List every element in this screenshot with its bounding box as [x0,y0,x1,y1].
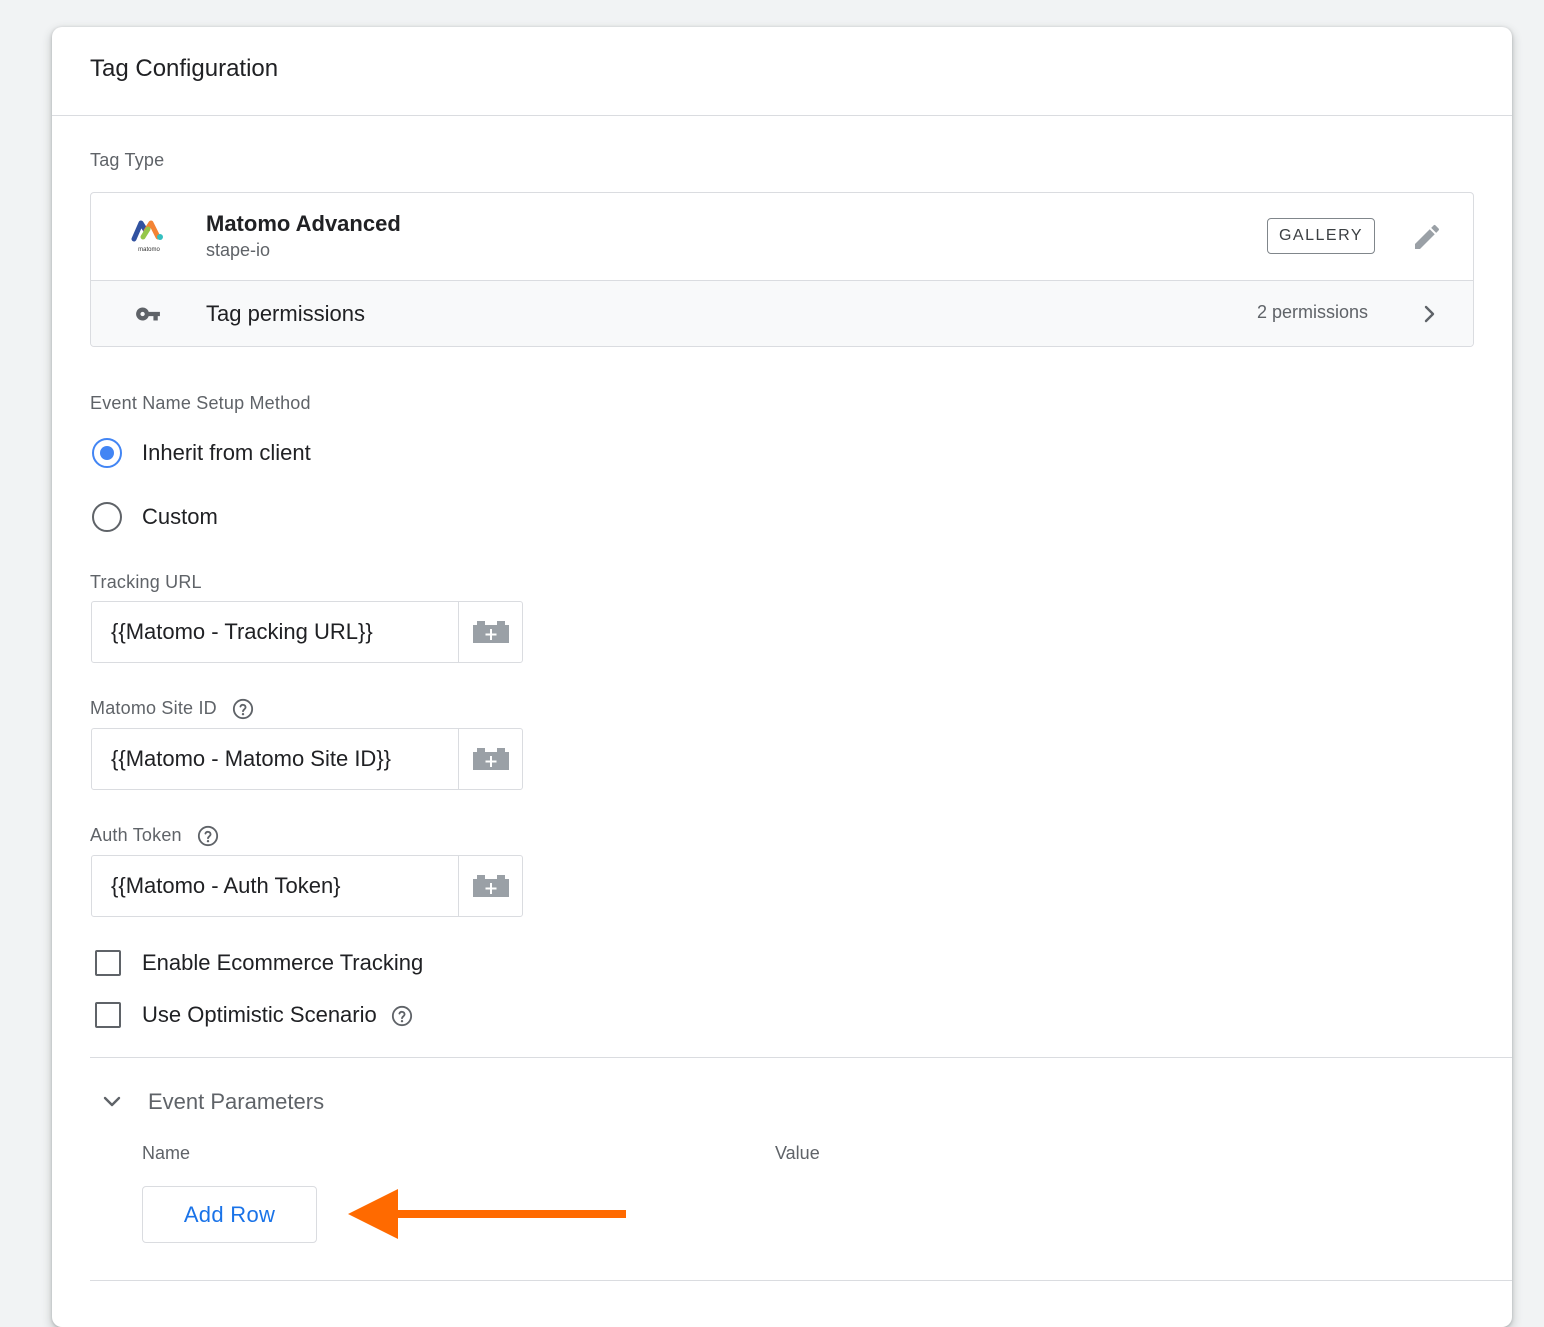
help-icon[interactable] [197,825,219,847]
radio-inherit-from-client[interactable]: Inherit from client [92,435,311,471]
column-header-name: Name [142,1143,191,1163]
tag-type-name: Matomo Advanced [206,211,401,236]
event-parameters-title[interactable]: Event Parameters [148,1089,324,1115]
radio-button-checked[interactable] [92,438,122,468]
matomo-site-id-input[interactable] [92,729,458,789]
card-title: Tag Configuration [90,55,279,82]
logo-wordmark: matomo [138,247,160,253]
header-divider [52,115,1512,116]
tag-type-box: matomo Matomo Advanced stape-io GALLERY … [90,192,1474,347]
pencil-icon[interactable] [1411,221,1443,253]
annotation-arrow [348,1189,626,1239]
add-row-button[interactable]: Add Row [142,1186,317,1243]
section-divider [90,1057,1512,1058]
enable-ecommerce-tracking-checkbox[interactable] [95,950,121,976]
matomo-site-id-field [91,728,523,790]
variable-picker-icon [473,748,509,770]
key-icon [136,307,160,321]
chevron-down-icon[interactable] [100,1089,124,1113]
variable-picker-button[interactable] [458,602,523,662]
radio-button[interactable] [92,502,122,532]
event-name-setup-label: Event Name Setup Method [90,393,311,413]
help-icon[interactable] [232,698,254,720]
help-icon[interactable] [391,1005,413,1027]
variable-picker-icon [473,875,509,897]
variable-picker-icon [473,621,509,643]
use-optimistic-scenario-row[interactable]: Use Optimistic Scenario [95,998,413,1032]
tag-permissions-label: Tag permissions [206,301,365,326]
tracking-url-field [91,601,523,663]
matomo-logo: matomo [131,220,163,253]
checkbox-label: Enable Ecommerce Tracking [142,950,424,975]
column-header-value: Value [775,1143,820,1163]
permissions-count: 2 permissions [1257,302,1369,322]
use-optimistic-scenario-checkbox[interactable] [95,1002,121,1028]
matomo-site-id-label-row: Matomo Site ID [90,698,254,720]
tracking-url-input[interactable] [92,602,458,662]
auth-token-label-row: Auth Token [90,825,219,847]
chevron-right-icon [1424,305,1435,323]
radio-custom[interactable]: Custom [92,499,218,535]
radio-label: Custom [142,504,218,529]
tag-type-row[interactable]: matomo Matomo Advanced stape-io GALLERY [91,193,1473,280]
radio-label: Inherit from client [142,440,311,465]
enable-ecommerce-tracking-row[interactable]: Enable Ecommerce Tracking [95,946,423,980]
auth-token-label: Auth Token [90,825,182,845]
checkbox-label: Use Optimistic Scenario [142,1002,377,1027]
gallery-button[interactable]: GALLERY [1267,218,1375,254]
auth-token-field [91,855,523,917]
tag-type-label: Tag Type [90,150,165,170]
matomo-site-id-label: Matomo Site ID [90,698,217,718]
tag-configuration-card: Tag Configuration Tag Type matomo Matomo… [52,27,1512,1327]
tag-type-vendor: stape-io [206,240,271,260]
auth-token-input[interactable] [92,856,458,916]
variable-picker-button[interactable] [458,729,523,789]
tracking-url-label: Tracking URL [90,572,202,592]
variable-picker-button[interactable] [458,856,523,916]
section-divider [90,1280,1512,1281]
tag-permissions-row[interactable]: Tag permissions 2 permissions [91,280,1473,346]
